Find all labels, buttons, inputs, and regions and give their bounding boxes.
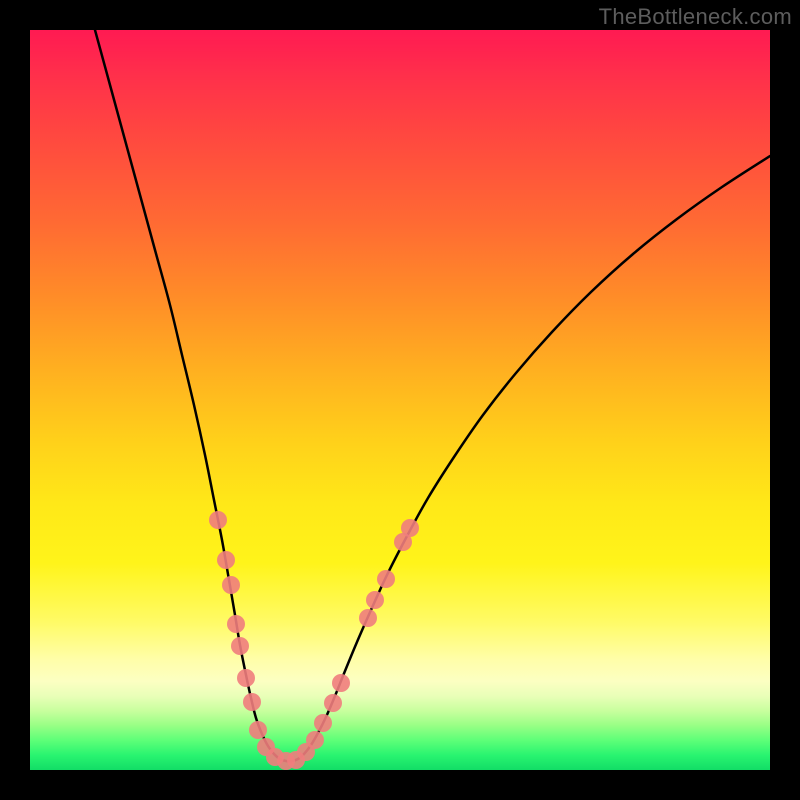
- data-marker: [366, 591, 384, 609]
- data-marker: [227, 615, 245, 633]
- bottleneck-curve: [95, 30, 770, 761]
- data-marker: [314, 714, 332, 732]
- data-marker: [243, 693, 261, 711]
- data-marker: [359, 609, 377, 627]
- data-marker: [209, 511, 227, 529]
- chart-frame: TheBottleneck.com: [0, 0, 800, 800]
- markers-group: [209, 511, 419, 770]
- data-marker: [324, 694, 342, 712]
- plot-area: [30, 30, 770, 770]
- data-marker: [401, 519, 419, 537]
- data-marker: [217, 551, 235, 569]
- data-marker: [249, 721, 267, 739]
- curve-svg: [30, 30, 770, 770]
- attribution-label: TheBottleneck.com: [599, 4, 792, 30]
- data-marker: [377, 570, 395, 588]
- data-marker: [237, 669, 255, 687]
- data-marker: [231, 637, 249, 655]
- data-marker: [222, 576, 240, 594]
- data-marker: [306, 731, 324, 749]
- data-marker: [332, 674, 350, 692]
